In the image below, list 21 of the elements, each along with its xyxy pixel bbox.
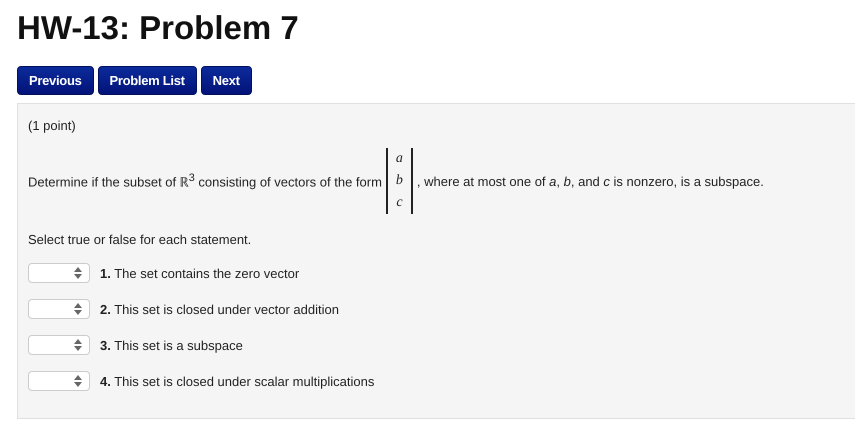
updown-arrows-icon: [74, 375, 82, 387]
instruction-text: Select true or false for each statement.: [28, 232, 252, 247]
question-text: , where at most one of a, b, and c is nonzero, is a subspace.: [416, 174, 764, 188]
nav-button[interactable]: Problem List: [98, 66, 197, 95]
nav-button[interactable]: Previous: [17, 66, 94, 95]
question-text: Determine if the subset of ℝ$^{3}$ consisting of vectors of the form: [28, 172, 382, 190]
statement-text: 4. This set is closed under scalar multiplications: [100, 374, 374, 388]
true-false-select[interactable]: [28, 371, 90, 391]
true-false-select[interactable]: [28, 335, 90, 355]
updown-arrows-icon: [74, 339, 82, 351]
nav-button[interactable]: Next: [200, 66, 252, 95]
page-title: HW-13: Problem 7: [17, 8, 300, 46]
updown-arrows-icon: [74, 303, 82, 315]
point-value: (1 point): [28, 118, 77, 134]
true-false-select[interactable]: [28, 299, 90, 319]
column-vector: a b c: [386, 148, 413, 214]
statement-text: 2. This set is closed under vector addition: [100, 302, 339, 316]
statement-text: 3. This set is a subspace: [100, 338, 243, 352]
updown-arrows-icon: [74, 267, 82, 279]
statement-text: 1. The set contains the zero vector: [100, 266, 300, 280]
true-false-select[interactable]: [28, 263, 90, 283]
